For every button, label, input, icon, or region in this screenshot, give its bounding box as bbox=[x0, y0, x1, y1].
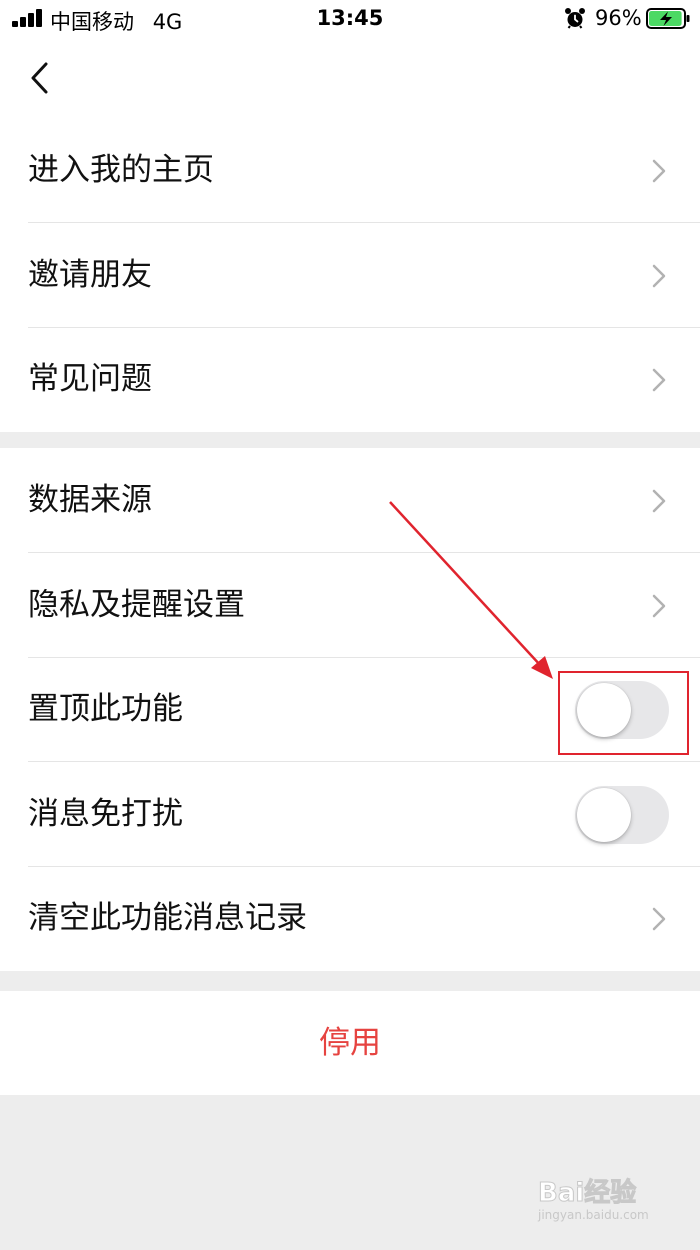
chevron-right-icon bbox=[652, 368, 666, 392]
menu-item-home[interactable]: 进入我的主页 bbox=[0, 118, 700, 223]
menu-item-label: 隐私及提醒设置 bbox=[28, 587, 245, 623]
menu-item-privacy-reminder-settings[interactable]: 隐私及提醒设置 bbox=[0, 553, 700, 658]
watermark-url: jingyan.baidu.com bbox=[538, 1208, 649, 1222]
watermark-logo: Bai经验 bbox=[537, 1178, 637, 1209]
menu-item-label: 置顶此功能 bbox=[28, 691, 183, 727]
chevron-right-icon bbox=[652, 489, 666, 513]
menu-item-clear-history[interactable]: 清空此功能消息记录 bbox=[0, 866, 700, 971]
toggle-knob bbox=[577, 788, 631, 842]
menu-item-do-not-disturb: 消息免打扰 bbox=[0, 762, 700, 867]
alarm-clock-icon bbox=[565, 8, 585, 29]
watermark: Bai经验 jingyan.baidu.com bbox=[537, 1172, 668, 1230]
disable-button[interactable]: 停用 bbox=[0, 991, 700, 1095]
menu-item-label: 进入我的主页 bbox=[28, 152, 214, 188]
disable-section: 停用 bbox=[0, 991, 700, 1095]
menu-item-data-source[interactable]: 数据来源 bbox=[0, 448, 700, 553]
settings-group-1: 进入我的主页 邀请朋友 常见问题 bbox=[0, 118, 700, 432]
menu-item-label: 邀请朋友 bbox=[28, 257, 152, 293]
menu-item-label: 消息免打扰 bbox=[28, 796, 183, 832]
battery-percentage: 96% bbox=[595, 6, 642, 30]
back-button[interactable] bbox=[18, 56, 62, 100]
menu-item-label: 常见问题 bbox=[28, 361, 152, 397]
menu-item-faq[interactable]: 常见问题 bbox=[0, 327, 700, 432]
chevron-right-icon bbox=[652, 594, 666, 618]
menu-item-label: 清空此功能消息记录 bbox=[28, 900, 307, 936]
status-bar: 中国移动 4G 13:45 96% bbox=[0, 0, 700, 40]
menu-item-invite-friends[interactable]: 邀请朋友 bbox=[0, 223, 700, 328]
menu-item-label: 数据来源 bbox=[28, 482, 152, 518]
annotation-highlight-box bbox=[558, 671, 689, 755]
chevron-right-icon bbox=[652, 159, 666, 183]
chevron-right-icon bbox=[652, 264, 666, 288]
battery-charging-icon bbox=[646, 8, 690, 29]
chevron-right-icon bbox=[652, 907, 666, 931]
do-not-disturb-toggle[interactable] bbox=[575, 786, 669, 844]
